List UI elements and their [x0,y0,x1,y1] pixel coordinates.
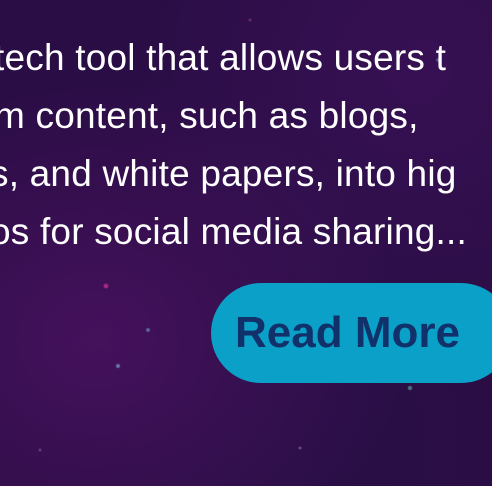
description-line-3: s, and white papers, into hig [0,153,457,194]
description-line-1: tech tool that allows users t [0,37,447,78]
read-more-button[interactable]: Read More [211,283,492,383]
excerpt-card: tech tool that allows users t m content,… [0,0,492,486]
description-line-2: m content, such as blogs, [0,95,419,136]
description-line-4: os for social media sharing... [0,211,467,252]
